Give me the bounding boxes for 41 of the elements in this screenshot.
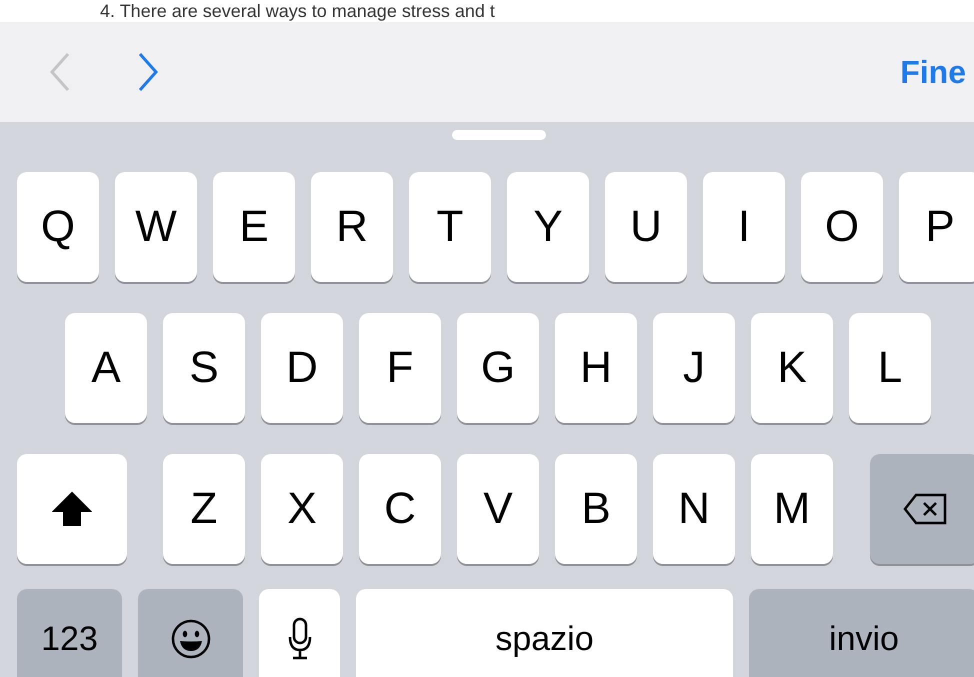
- numbers-key[interactable]: 123: [17, 589, 122, 677]
- next-field-button[interactable]: [136, 52, 160, 92]
- letter-key[interactable]: Z: [163, 454, 245, 564]
- letter-key[interactable]: K: [751, 313, 833, 423]
- letter-key[interactable]: E: [213, 172, 295, 282]
- letter-key[interactable]: Y: [507, 172, 589, 282]
- letter-key[interactable]: I: [703, 172, 785, 282]
- letter-key[interactable]: S: [163, 313, 245, 423]
- letter-key[interactable]: J: [653, 313, 735, 423]
- letter-key[interactable]: N: [653, 454, 735, 564]
- letter-key[interactable]: B: [555, 454, 637, 564]
- letter-key[interactable]: V: [457, 454, 539, 564]
- letter-key[interactable]: X: [261, 454, 343, 564]
- dictation-key[interactable]: [259, 589, 340, 677]
- microphone-icon: [286, 617, 312, 661]
- emoji-key[interactable]: [138, 589, 243, 677]
- grabber-handle[interactable]: [452, 130, 546, 140]
- smiley-face-icon: [170, 618, 212, 660]
- space-key[interactable]: spazio: [356, 589, 733, 677]
- letter-key[interactable]: W: [115, 172, 197, 282]
- letter-key[interactable]: H: [555, 313, 637, 423]
- letter-key[interactable]: Q: [17, 172, 99, 282]
- letter-key[interactable]: L: [849, 313, 931, 423]
- letter-key[interactable]: C: [359, 454, 441, 564]
- letter-key[interactable]: R: [311, 172, 393, 282]
- letter-key[interactable]: T: [409, 172, 491, 282]
- done-button[interactable]: Fine: [900, 54, 966, 90]
- letter-key[interactable]: M: [751, 454, 833, 564]
- backspace-key[interactable]: [870, 454, 974, 564]
- letter-key[interactable]: U: [605, 172, 687, 282]
- letter-key[interactable]: D: [261, 313, 343, 423]
- backspace-icon: [902, 492, 948, 526]
- shift-arrow-icon: [52, 491, 92, 527]
- letter-key[interactable]: A: [65, 313, 147, 423]
- document-text: 4. There are several ways to manage stress and t: [100, 1, 495, 21]
- letter-key[interactable]: P: [899, 172, 974, 282]
- return-key[interactable]: invio: [749, 589, 974, 677]
- letter-key[interactable]: F: [359, 313, 441, 423]
- shift-key[interactable]: [17, 454, 127, 564]
- letter-key[interactable]: G: [457, 313, 539, 423]
- letter-key[interactable]: O: [801, 172, 883, 282]
